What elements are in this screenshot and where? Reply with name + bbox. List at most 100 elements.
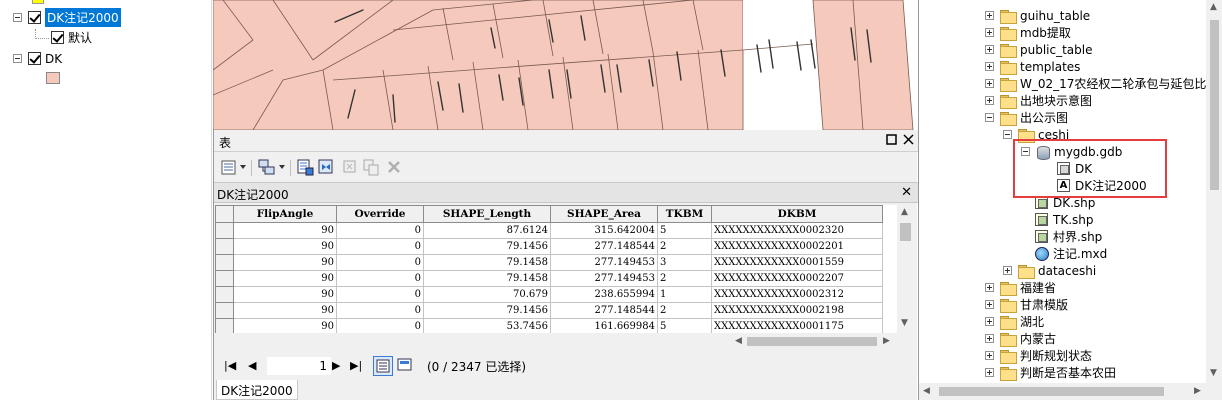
last-record-icon[interactable]: ▶| xyxy=(350,359,362,372)
table-cell[interactable]: 79.1458 xyxy=(423,270,551,287)
catalog-item[interactable]: dataceshi xyxy=(1003,262,1096,279)
row-selector[interactable] xyxy=(215,222,234,239)
table-cell[interactable]: 87.6124 xyxy=(423,222,551,239)
collapse-icon[interactable] xyxy=(985,113,994,122)
catalog-item[interactable]: 出地块示意图 xyxy=(985,92,1092,109)
maximize-icon[interactable] xyxy=(884,133,898,147)
layer-name-selected[interactable]: DK注记2000 xyxy=(45,8,121,27)
catalog-item[interactable]: 内蒙古 xyxy=(985,330,1056,347)
catalog-item[interactable]: 判断是否基本农田 xyxy=(985,364,1116,381)
table-cell[interactable]: 90 xyxy=(233,286,337,303)
scroll-left-icon[interactable]: ◀ xyxy=(735,336,742,346)
table-cell[interactable]: 79.1458 xyxy=(423,254,551,271)
expand-icon[interactable] xyxy=(985,28,994,37)
table-row[interactable]: 90 0 79.1458 277.149453 2 XXXXXXXXXXXX00… xyxy=(215,270,883,287)
table-cell[interactable]: 90 xyxy=(233,238,337,255)
column-header[interactable]: Override xyxy=(336,205,424,223)
layer-name[interactable]: DK xyxy=(45,52,62,66)
catalog-item[interactable]: 出公示图 xyxy=(985,109,1068,126)
table-cell[interactable]: 0 xyxy=(336,222,424,239)
table-cell[interactable]: 0 xyxy=(336,302,424,319)
table-cell[interactable]: 315.642004 xyxy=(550,222,658,239)
scroll-left-icon[interactable]: ◀ xyxy=(923,386,930,396)
catalog-item[interactable]: mdb提取 xyxy=(985,24,1071,41)
row-selector[interactable] xyxy=(215,254,234,271)
expand-icon[interactable] xyxy=(985,79,994,88)
toc-layer-dk[interactable]: DK xyxy=(13,50,62,67)
expand-icon[interactable] xyxy=(1003,266,1012,275)
column-header[interactable]: TKBM xyxy=(657,205,712,223)
catalog-item[interactable]: W_02_17农经权二轮承包与延包比 xyxy=(985,75,1206,92)
table-cell[interactable]: 90 xyxy=(233,270,337,287)
row-selector[interactable] xyxy=(215,270,234,287)
sublayer-visibility-checkbox[interactable] xyxy=(51,31,64,44)
table-row[interactable]: 90 0 79.1456 277.148544 2 XXXXXXXXXXXX00… xyxy=(215,302,883,319)
table-cell[interactable]: XXXXXXXXXXXX0002201 xyxy=(711,238,883,255)
switch-selection-icon[interactable] xyxy=(317,158,337,178)
column-header[interactable]: SHAPE_Length xyxy=(423,205,551,223)
table-cell[interactable]: XXXXXXXXXXXX0001559 xyxy=(711,254,883,271)
close-icon[interactable]: ✕ xyxy=(901,185,912,200)
table-cell[interactable]: 1 xyxy=(657,286,712,303)
expand-icon[interactable] xyxy=(985,351,994,360)
collapse-icon[interactable] xyxy=(13,54,22,63)
scroll-up-icon[interactable]: ▲ xyxy=(1210,2,1217,12)
attribute-grid[interactable]: FlipAngle Override SHAPE_Length SHAPE_Ar… xyxy=(215,205,897,335)
map-view[interactable] xyxy=(213,0,917,130)
table-cell[interactable]: 2 xyxy=(657,238,712,255)
table-cell[interactable]: 2 xyxy=(657,270,712,287)
table-cell[interactable]: 79.1456 xyxy=(423,302,551,319)
table-cell[interactable]: XXXXXXXXXXXX0002198 xyxy=(711,302,883,319)
table-cell[interactable]: 238.655994 xyxy=(550,286,658,303)
collapse-icon[interactable] xyxy=(1003,130,1012,139)
table-horizontal-scrollbar[interactable]: ◀ ▶ xyxy=(215,333,914,350)
scrollbar-thumb[interactable] xyxy=(1210,20,1219,190)
table-cell[interactable]: 277.149453 xyxy=(550,270,658,287)
table-cell[interactable]: 277.148544 xyxy=(550,302,658,319)
table-cell[interactable]: XXXXXXXXXXXX0002312 xyxy=(711,286,883,303)
table-cell[interactable]: 0 xyxy=(336,254,424,271)
expand-icon[interactable] xyxy=(985,45,994,54)
expand-icon[interactable] xyxy=(985,334,994,343)
scroll-up-icon[interactable]: ▲ xyxy=(901,207,908,217)
collapse-icon[interactable] xyxy=(13,13,22,22)
catalog-item[interactable]: 注记.mxd xyxy=(1035,245,1107,262)
table-cell[interactable]: 79.1456 xyxy=(423,238,551,255)
previous-record-icon[interactable]: ◀ xyxy=(248,359,256,372)
row-selector[interactable] xyxy=(215,238,234,255)
table-row[interactable]: 90 0 87.6124 315.642004 5 XXXXXXXXXXXX00… xyxy=(215,222,883,239)
row-selector[interactable] xyxy=(215,302,234,319)
row-selector-header[interactable] xyxy=(215,205,234,223)
first-record-icon[interactable]: |◀ xyxy=(224,359,236,372)
table-cell[interactable]: 0 xyxy=(336,286,424,303)
table-cell[interactable]: 277.149453 xyxy=(550,254,658,271)
expand-icon[interactable] xyxy=(985,368,994,377)
scroll-right-icon[interactable]: ▶ xyxy=(1194,386,1201,396)
catalog-item[interactable]: 湖北 xyxy=(985,313,1044,330)
scroll-down-icon[interactable]: ▼ xyxy=(1210,368,1217,378)
catalog-item[interactable]: templates xyxy=(985,58,1080,75)
table-options-button[interactable] xyxy=(220,158,240,178)
catalog-item[interactable]: 福建省 xyxy=(985,279,1056,296)
table-cell[interactable]: 5 xyxy=(657,222,712,239)
scrollbar-thumb[interactable] xyxy=(900,223,911,241)
toc-sublayer-default[interactable]: 默认 xyxy=(35,28,92,46)
table-cell[interactable]: 90 xyxy=(233,222,337,239)
expand-icon[interactable] xyxy=(985,96,994,105)
close-icon[interactable] xyxy=(901,133,915,147)
show-selected-records-button[interactable] xyxy=(396,356,416,376)
catalog-item[interactable]: guihu_table xyxy=(985,7,1090,24)
catalog-item[interactable]: 判断规划状态 xyxy=(985,347,1092,364)
table-cell[interactable]: 2 xyxy=(657,302,712,319)
column-header[interactable]: FlipAngle xyxy=(233,205,337,223)
table-row[interactable]: 90 0 79.1456 277.148544 2 XXXXXXXXXXXX00… xyxy=(215,238,883,255)
catalog-horizontal-scrollbar[interactable]: ◀ ▶ xyxy=(919,383,1222,400)
expand-icon[interactable] xyxy=(985,11,994,20)
related-tables-button[interactable] xyxy=(257,158,277,178)
table-row[interactable]: 90 0 70.679 238.655994 1 XXXXXXXXXXXX000… xyxy=(215,286,883,303)
table-cell[interactable]: 0 xyxy=(336,270,424,287)
table-row[interactable]: 90 0 79.1458 277.149453 3 XXXXXXXXXXXX00… xyxy=(215,254,883,271)
layer-visibility-checkbox[interactable] xyxy=(28,52,41,65)
expand-icon[interactable] xyxy=(985,317,994,326)
show-all-records-button[interactable] xyxy=(373,356,393,376)
